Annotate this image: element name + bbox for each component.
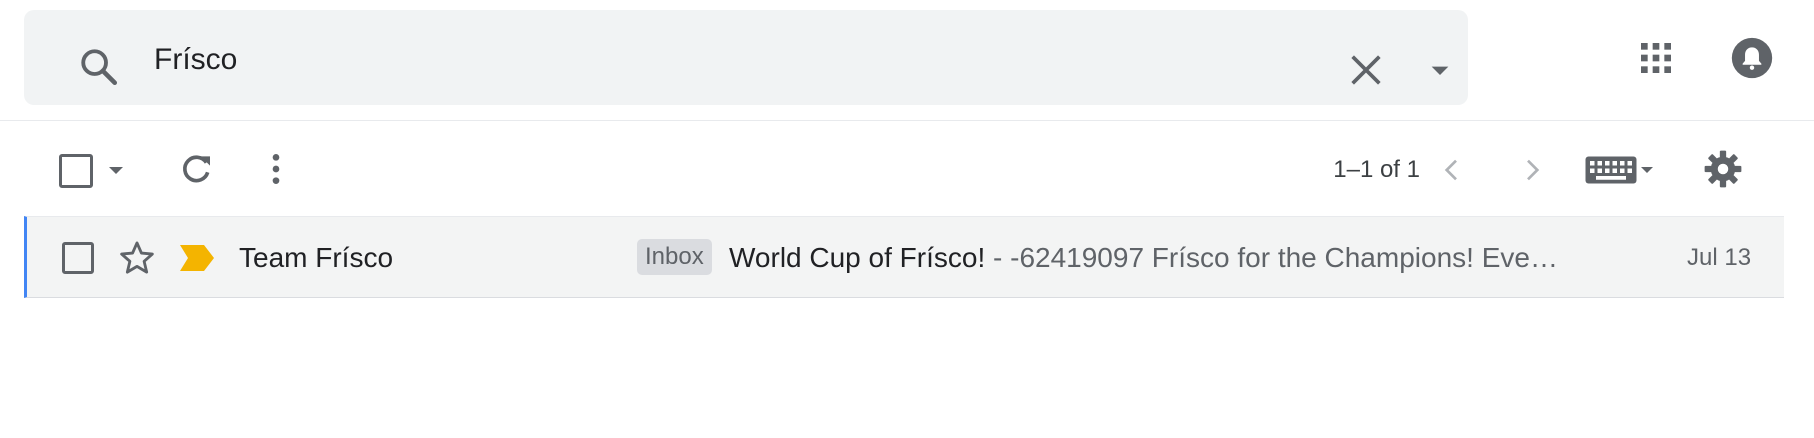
pagination-text: 1–1 of 1	[1333, 156, 1420, 183]
email-row[interactable]: Team Frísco Inbox World Cup of Frísco! -…	[24, 216, 1784, 298]
select-all-checkbox[interactable]	[59, 154, 93, 188]
email-subject: World Cup of Frísco!	[729, 242, 986, 273]
chevron-left-icon[interactable]	[1436, 152, 1468, 188]
email-subject-line: World Cup of Frísco! - -62419097 Frísco …	[729, 242, 1589, 274]
toolbar: 1–1 of 1	[0, 122, 1814, 216]
apps-grid-icon[interactable]	[1636, 38, 1676, 78]
email-date: Jul 13	[1687, 244, 1752, 271]
arrow-drop-down-icon[interactable]	[104, 158, 128, 182]
chevron-right-icon[interactable]	[1516, 152, 1548, 188]
email-snippet: - -62419097 Frísco for the Champions! Ev…	[985, 242, 1558, 273]
notifications-bell-icon[interactable]	[1730, 36, 1774, 80]
search-input[interactable]	[154, 40, 1304, 80]
settings-icon[interactable]	[1702, 148, 1744, 190]
more-vert-icon[interactable]	[256, 149, 296, 189]
importance-marker-icon[interactable]	[180, 245, 214, 271]
header	[0, 0, 1814, 121]
refresh-icon[interactable]	[176, 149, 216, 189]
keyboard-icon[interactable]	[1584, 152, 1656, 188]
arrow-drop-down-icon[interactable]	[1420, 50, 1460, 90]
email-sender: Team Frísco	[239, 242, 394, 273]
search-box[interactable]	[24, 10, 1468, 105]
star-icon[interactable]	[118, 239, 156, 277]
search-icon[interactable]	[78, 46, 120, 88]
close-icon[interactable]	[1346, 50, 1386, 90]
email-list: Team Frísco Inbox World Cup of Frísco! -…	[24, 216, 1784, 298]
row-checkbox[interactable]	[62, 242, 94, 274]
label-badge[interactable]: Inbox	[637, 239, 712, 275]
